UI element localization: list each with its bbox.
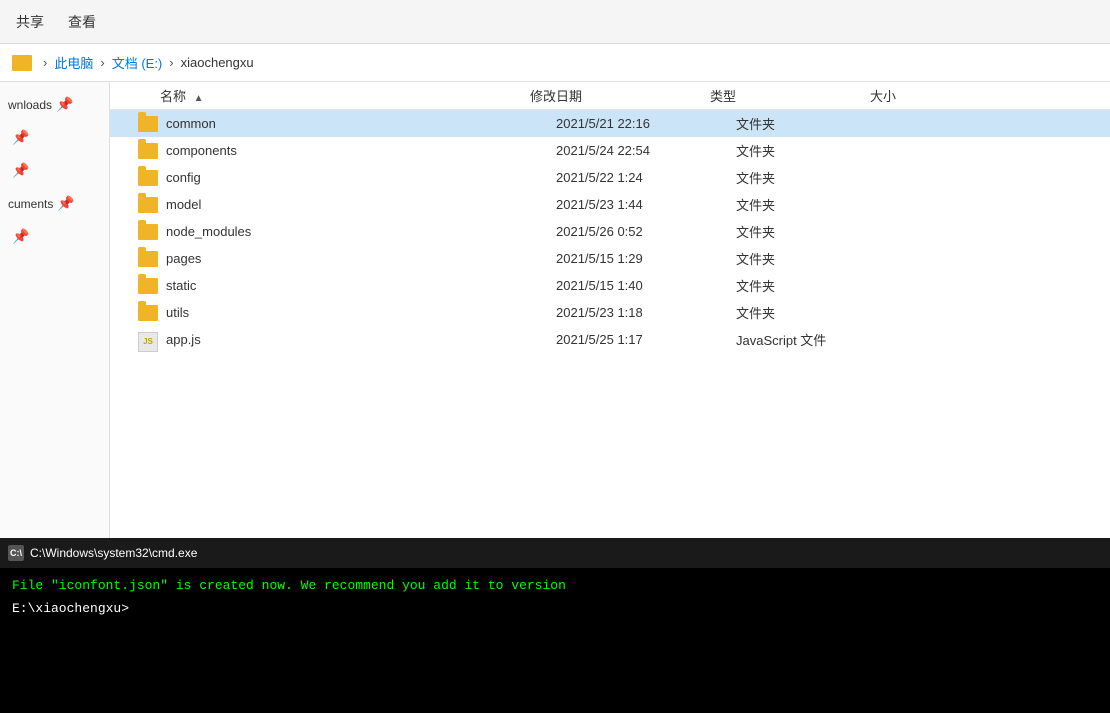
table-row[interactable]: common 2021/5/21 22:16 文件夹 (110, 110, 1110, 137)
col-header-size[interactable]: 大小 (870, 86, 950, 105)
sidebar-item-documents[interactable]: cuments 📌 (0, 189, 109, 218)
sidebar-item-5[interactable]: 📌 (0, 222, 109, 251)
cmd-icon: C:\ (8, 545, 24, 561)
cmd-titlebar: C:\ C:\Windows\system32\cmd.exe (0, 538, 1110, 568)
file-type: 文件夹 (736, 114, 896, 133)
file-name: components (166, 143, 556, 158)
folder-icon (12, 55, 32, 71)
file-name: static (166, 278, 556, 293)
folder-icon (138, 116, 158, 132)
table-row[interactable]: JS app.js 2021/5/25 1:17 JavaScript 文件 (110, 326, 1110, 353)
cmd-title-text: C:\Windows\system32\cmd.exe (30, 546, 1102, 560)
cmd-prompt[interactable]: E:\xiaochengxu> (12, 597, 1098, 620)
breadcrumb-this-pc[interactable]: 此电脑 (54, 53, 93, 72)
table-row[interactable]: node_modules 2021/5/26 0:52 文件夹 (110, 218, 1110, 245)
table-row[interactable]: static 2021/5/15 1:40 文件夹 (110, 272, 1110, 299)
pin-icon-docs: 📌 (57, 195, 74, 212)
file-type: 文件夹 (736, 195, 896, 214)
file-date: 2021/5/15 1:29 (556, 251, 736, 266)
table-row[interactable]: config 2021/5/22 1:24 文件夹 (110, 164, 1110, 191)
file-type: 文件夹 (736, 222, 896, 241)
folder-icon (138, 224, 158, 240)
column-headers: 名称 ▲ 修改日期 类型 大小 (110, 82, 1110, 110)
folder-icon (138, 251, 158, 267)
file-date: 2021/5/15 1:40 (556, 278, 736, 293)
file-name: model (166, 197, 556, 212)
file-date: 2021/5/24 22:54 (556, 143, 736, 158)
file-type: 文件夹 (736, 276, 896, 295)
breadcrumb: › 此电脑 › 文档 (E:) › xiaochengxu (0, 44, 1110, 82)
breadcrumb-folder[interactable]: xiaochengxu (181, 55, 254, 70)
file-name: app.js (166, 332, 556, 347)
breadcrumb-drive[interactable]: 文档 (E:) (112, 53, 163, 72)
file-type: 文件夹 (736, 249, 896, 268)
breadcrumb-sep-1: › (100, 55, 104, 70)
file-type: 文件夹 (736, 141, 896, 160)
toolbar-share[interactable]: 共享 (16, 12, 44, 32)
file-name: node_modules (166, 224, 556, 239)
sidebar-item-3[interactable]: 📌 (0, 156, 109, 185)
toolbar: 共享 查看 (0, 0, 1110, 44)
file-type: 文件夹 (736, 168, 896, 187)
pin-icon-5: 📌 (12, 228, 29, 245)
file-type: 文件夹 (736, 303, 896, 322)
folder-icon (138, 197, 158, 213)
table-row[interactable]: utils 2021/5/23 1:18 文件夹 (110, 299, 1110, 326)
js-file-icon: JS (138, 332, 158, 348)
file-date: 2021/5/22 1:24 (556, 170, 736, 185)
pin-icon-2: 📌 (12, 129, 29, 146)
cmd-window: C:\ C:\Windows\system32\cmd.exe File "ic… (0, 538, 1110, 713)
folder-icon (138, 170, 158, 186)
cmd-output-line: File "iconfont.json" is created now. We … (12, 576, 1098, 597)
file-name: config (166, 170, 556, 185)
col-header-type[interactable]: 类型 (710, 86, 870, 105)
sidebar-item-downloads[interactable]: wnloads 📌 (0, 90, 109, 119)
folder-icon (138, 305, 158, 321)
breadcrumb-sep-0: › (43, 55, 47, 70)
breadcrumb-sep-2: › (169, 55, 173, 70)
file-date: 2021/5/23 1:18 (556, 305, 736, 320)
table-row[interactable]: components 2021/5/24 22:54 文件夹 (110, 137, 1110, 164)
file-date: 2021/5/25 1:17 (556, 332, 736, 347)
pin-icon-downloads: 📌 (56, 96, 73, 113)
sort-arrow: ▲ (194, 93, 204, 104)
file-date: 2021/5/21 22:16 (556, 116, 736, 131)
file-name: common (166, 116, 556, 131)
pin-icon-3: 📌 (12, 162, 29, 179)
col-header-date[interactable]: 修改日期 (530, 86, 710, 105)
table-row[interactable]: model 2021/5/23 1:44 文件夹 (110, 191, 1110, 218)
folder-icon (138, 278, 158, 294)
file-name: utils (166, 305, 556, 320)
file-type: JavaScript 文件 (736, 330, 896, 349)
folder-icon (138, 143, 158, 159)
toolbar-view[interactable]: 查看 (68, 12, 96, 32)
file-rows-container: common 2021/5/21 22:16 文件夹 components 20… (110, 110, 1110, 353)
file-name: pages (166, 251, 556, 266)
file-date: 2021/5/23 1:44 (556, 197, 736, 212)
table-row[interactable]: pages 2021/5/15 1:29 文件夹 (110, 245, 1110, 272)
cmd-body: File "iconfont.json" is created now. We … (0, 568, 1110, 628)
sidebar-documents-label: cuments (8, 197, 53, 211)
file-date: 2021/5/26 0:52 (556, 224, 736, 239)
sidebar-item-2[interactable]: 📌 (0, 123, 109, 152)
sidebar-downloads-label: wnloads (8, 98, 52, 112)
col-header-name[interactable]: 名称 ▲ (110, 86, 530, 105)
